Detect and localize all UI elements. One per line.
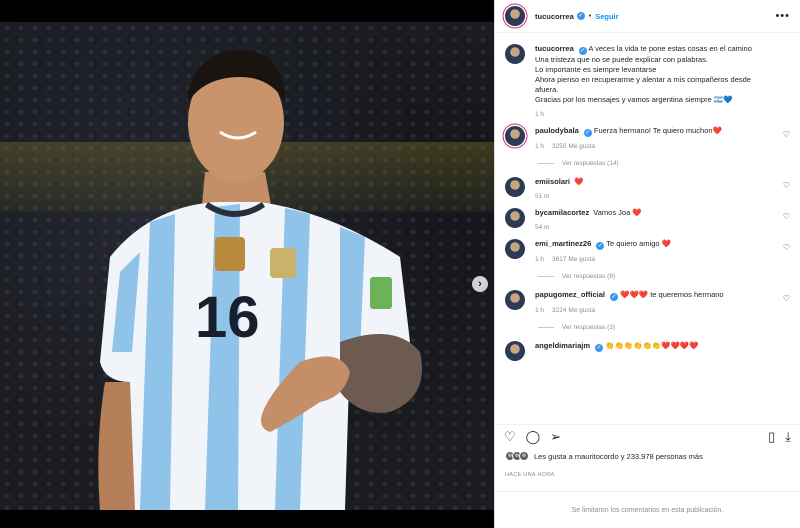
comment-item: emiisolari ❤️ 51 m ♡ [505,177,790,200]
like-comment-heart-icon[interactable]: ♡ [783,130,790,139]
like-comment-heart-icon[interactable]: ♡ [783,212,790,221]
view-replies-button[interactable]: Ver respuestas (3) [505,324,790,331]
comment-item: paulodybala ✓ Fuerza hermano! Te quiero m… [505,126,790,150]
like-comment-heart-icon[interactable]: ♡ [783,181,790,190]
view-replies-button[interactable]: Ver respuestas (14) [505,160,790,167]
comment-time[interactable]: 54 m [535,224,549,231]
post-side-panel: tucucorrea ✓ • Seguir ••• tucucorrea ✓ A … [494,0,800,528]
comment-text: Te quiero amigo [606,239,660,248]
verified-badge-icon: ✓ [596,242,605,250]
comment-avatar[interactable] [505,239,525,259]
carousel-next-button[interactable]: › [472,276,488,292]
comment-avatar[interactable] [505,341,525,361]
comment-emoji: ❤️ [712,126,722,135]
heart-icon[interactable]: ♡ [504,429,516,444]
post-header: tucucorrea ✓ • Seguir ••• [495,0,800,33]
comment-emoji: 👏👏👏👏👏👏❤️❤️❤️❤️ [605,341,699,350]
post-time[interactable]: HACE UNA HORA [505,472,554,478]
comment-username[interactable]: emiisolari [535,177,570,186]
comment-text: Fuerza hermano! Te quiero muchon [593,126,713,135]
verified-badge-icon: ✓ [595,344,604,352]
verified-badge-icon: ✓ [610,293,619,301]
author-avatar[interactable] [505,6,525,26]
like-comment-heart-icon[interactable]: ♡ [783,243,790,252]
more-options-icon[interactable]: ••• [775,10,790,22]
comment-emoji: ❤️ [632,208,642,217]
comments-list[interactable]: tucucorrea ✓ A veces la vida te pone esta… [495,34,800,414]
comment-icon[interactable]: ◯ [526,429,541,444]
verified-badge-icon: ✓ [576,12,585,20]
view-replies-button[interactable]: Ver respuestas (8) [505,273,790,280]
caption-line: A veces la vida te pone estas cosas en e… [588,44,752,53]
share-icon[interactable]: ➢ [550,429,561,444]
comment-avatar[interactable] [505,126,525,146]
svg-text:16: 16 [195,285,260,350]
post-actions-bar: ♡ ◯ ➢ ▯ ⤓ [495,424,800,448]
post-photo[interactable]: 16 › 👤 [0,22,494,510]
caption-line: Ahora pienso en recuperarme y alentar a … [535,75,751,94]
comment-username[interactable]: emi_martinez26 [535,239,591,248]
caption-time[interactable]: 1 h [535,111,544,118]
comment-username[interactable]: angeldimariajm [535,341,590,350]
likes-text[interactable]: Les gusta a mauritocordo y 233.978 perso… [534,452,703,461]
comment-time[interactable]: 1 h [535,143,544,150]
comment-avatar[interactable] [505,290,525,310]
like-comment-heart-icon[interactable]: ♡ [783,294,790,303]
view-replies-label[interactable]: Ver respuestas (8) [562,273,615,280]
comment-username[interactable]: papugomez_official [535,290,605,299]
follow-button[interactable]: Seguir [595,12,618,21]
bookmark-icon[interactable]: ▯ [768,429,775,444]
verified-badge-icon: ✓ [578,47,587,55]
comment-emoji: ❤️ [574,177,584,186]
caption-username[interactable]: tucucorrea [535,44,574,53]
caption-line: Gracias por los mensajes y vamos argenti… [535,95,733,104]
comment-text: Vamos Joa [593,208,631,217]
comment-likes[interactable]: 3224 Me gusta [552,307,595,314]
header-separator: • [588,12,592,20]
comment-username[interactable]: paulodybala [535,126,579,135]
comment-time[interactable]: 1 h [535,307,544,314]
comment-text: te queremos hermano [650,290,724,299]
download-icon[interactable]: ⤓ [785,429,791,444]
comment-time[interactable]: 1 h [535,256,544,263]
comment-time[interactable]: 51 m [535,193,549,200]
comment-avatar[interactable] [505,208,525,228]
replies-line [538,276,554,277]
view-replies-label[interactable]: Ver respuestas (14) [562,160,619,167]
liker-avatar [519,451,529,461]
comment-item: bycamilacortez Vamos Joa ❤️ 54 m ♡ [505,208,790,231]
likes-summary[interactable]: Les gusta a mauritocordo y 233.978 perso… [505,451,703,461]
replies-line [538,327,554,328]
view-replies-label[interactable]: Ver respuestas (3) [562,324,615,331]
caption-line: Lo importante es siempre levantarse [535,65,657,74]
comment-likes[interactable]: 3617 Me gusta [552,256,595,263]
replies-line [538,163,554,164]
verified-badge-icon: ✓ [583,129,592,137]
author-username[interactable]: tucucorrea [535,12,574,21]
comment-item: papugomez_official ✓ ❤️❤️❤️ te queremos h… [505,290,790,314]
comment-item: angeldimariajm ✓ 👏👏👏👏👏👏❤️❤️❤️❤️ [505,341,790,361]
player-figure: 16 [98,49,422,510]
comment-likes[interactable]: 3250 Me gusta [552,143,595,150]
comment-emoji: ❤️ [661,239,672,248]
comment-item: emi_martinez26 ✓ Te quiero amigo ❤️ 1 h 3… [505,239,790,263]
post-media: 16 › 👤 [0,0,494,528]
caption-avatar[interactable] [505,44,525,64]
comment-emoji: ❤️❤️❤️ [620,290,649,299]
comment-username[interactable]: bycamilacortez [535,208,589,217]
comments-limited-notice: Se limitaron los comentarios en esta pub… [495,491,800,528]
caption-line: Una tristeza que no se puede explicar co… [535,55,709,64]
post-caption: tucucorrea ✓ A veces la vida te pone esta… [505,44,790,118]
comment-avatar[interactable] [505,177,525,197]
